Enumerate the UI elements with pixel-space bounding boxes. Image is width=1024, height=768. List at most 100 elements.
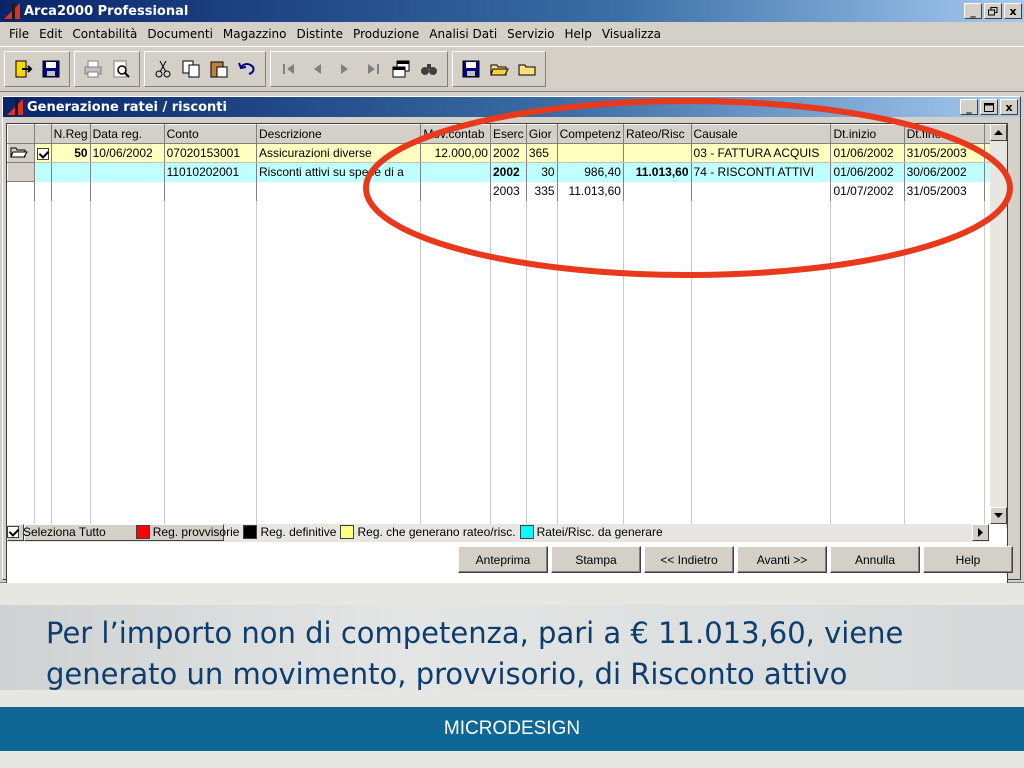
print-icon[interactable]: [81, 57, 105, 81]
menu-contabilita[interactable]: Contabilità: [67, 27, 142, 41]
table-row[interactable]: 50 10/06/2002 07020153001 Assicurazioni …: [7, 143, 1007, 163]
minimize-button[interactable]: _: [964, 3, 982, 19]
cell-rateo-risc: [623, 143, 692, 163]
header-descrizione[interactable]: Descrizione: [256, 124, 422, 144]
select-all-checkbox[interactable]: [7, 526, 19, 538]
cell-nreg: 50: [51, 143, 91, 163]
slide-caption: Per l’importo non di competenza, pari a …: [46, 616, 904, 691]
child-window: Generazione ratei / risconti _ x N.Reg D…: [2, 96, 1021, 590]
row-checkbox-cell[interactable]: [34, 143, 52, 163]
menu-help[interactable]: Help: [560, 27, 597, 41]
header-dt-inizio[interactable]: Dt.inizio: [830, 124, 905, 144]
cell-data-reg: 10/06/2002: [90, 143, 165, 163]
cut-icon[interactable]: [151, 57, 175, 81]
paste-icon[interactable]: [207, 57, 231, 81]
menu-visualizza[interactable]: Visualizza: [597, 27, 666, 41]
header-eserc[interactable]: Eserc: [489, 124, 527, 144]
copy-icon[interactable]: [179, 57, 203, 81]
legend-swatch-provvisorie: [135, 525, 150, 539]
menu-produzione[interactable]: Produzione: [348, 27, 424, 41]
cell-gior: 365: [526, 143, 558, 163]
indietro-button[interactable]: << Indietro: [644, 546, 734, 573]
menu-edit[interactable]: Edit: [34, 27, 67, 41]
menu-analisi-dati[interactable]: Analisi Dati: [424, 27, 502, 41]
cell-dt-inizio: 01/07/2002: [830, 181, 905, 201]
scroll-right-icon[interactable]: [972, 524, 989, 541]
header-nreg[interactable]: N.Reg: [50, 124, 91, 144]
restore-button[interactable]: [984, 3, 1002, 19]
cell-competenza: [557, 143, 624, 163]
avanti-button[interactable]: Avanti >>: [737, 546, 827, 573]
legend-swatch-generano: [340, 525, 355, 539]
legend: Seleziona Tutto Reg. provvisorie Reg. de…: [7, 522, 663, 542]
header-gior[interactable]: Gior: [525, 124, 558, 144]
arca-logo-icon: [3, 2, 21, 20]
child-minimize-button[interactable]: _: [960, 99, 978, 115]
menu-distinte[interactable]: Distinte: [291, 27, 348, 41]
app-window: Arca2000 Professional _ x File Edit Cont…: [0, 0, 1024, 590]
window-icon[interactable]: [389, 57, 413, 81]
cell-dt-fine: 31/05/2003: [904, 181, 985, 201]
child-maximize-button[interactable]: [980, 99, 998, 115]
toolbar: [0, 46, 1024, 92]
toolbar-group-nav: [270, 51, 448, 87]
last-record-icon[interactable]: [361, 57, 385, 81]
select-all-label[interactable]: Seleziona Tutto: [23, 525, 106, 539]
vertical-scrollbar[interactable]: [990, 124, 1007, 524]
brand-bar: MICRODESIGN: [0, 707, 1024, 751]
menu-magazzino[interactable]: Magazzino: [218, 27, 292, 41]
button-row: Anteprima Stampa << Indietro Avanti >> A…: [458, 546, 1013, 573]
table-row[interactable]: 2003 335 11.013,60 01/07/2002 31/05/2003: [7, 181, 1007, 201]
previous-record-icon[interactable]: [305, 57, 329, 81]
header-competenza[interactable]: Competenz: [556, 124, 624, 144]
cell-dt-fine: 31/05/2003: [904, 143, 985, 163]
cell-rateo-risc: [623, 181, 692, 201]
next-record-icon[interactable]: [333, 57, 357, 81]
anteprima-button[interactable]: Anteprima: [458, 546, 548, 573]
arca-logo-icon: [6, 98, 24, 116]
header-dt-fine[interactable]: Dt.fine: [903, 124, 985, 144]
menubar: File Edit Contabilità Documenti Magazzin…: [0, 22, 1024, 46]
header-causale[interactable]: Causale: [690, 124, 832, 144]
menu-servizio[interactable]: Servizio: [502, 27, 559, 41]
open-folder-icon[interactable]: [487, 57, 511, 81]
save-icon[interactable]: [459, 57, 483, 81]
row-indicator[interactable]: [7, 143, 35, 163]
help-button[interactable]: Help: [923, 546, 1013, 573]
first-record-icon[interactable]: [277, 57, 301, 81]
app-title: Arca2000 Professional: [24, 3, 189, 19]
header-rateo-risc[interactable]: Rateo/Risc: [622, 124, 692, 144]
legend-label-da-generare: Ratei/Risc. da generare: [536, 525, 663, 539]
toolbar-group-file: [4, 51, 70, 87]
undo-icon[interactable]: [235, 57, 259, 81]
toolbar-group-edit: [144, 51, 266, 87]
legend-swatch-definitive: [243, 525, 258, 539]
legend-label-provvisorie: Reg. provvisorie: [152, 525, 240, 539]
cell-competenza: 11.013,60: [557, 181, 624, 201]
child-close-button[interactable]: x: [1000, 99, 1018, 115]
child-title: Generazione ratei / risconti: [27, 99, 227, 115]
exit-icon[interactable]: [11, 57, 35, 81]
save-icon[interactable]: [39, 57, 63, 81]
header-mov-contab[interactable]: Mov.contab: [420, 124, 491, 144]
menu-documenti[interactable]: Documenti: [142, 27, 218, 41]
cell-nreg: [51, 181, 91, 201]
annulla-button[interactable]: Annulla: [830, 546, 920, 573]
cell-descrizione: [256, 181, 422, 201]
row-checkbox[interactable]: [36, 147, 49, 160]
find-icon[interactable]: [417, 57, 441, 81]
table-row[interactable]: 11010202001 Risconti attivi su spese di …: [7, 162, 1007, 182]
cell-descrizione: Risconti attivi su spese di a: [256, 162, 422, 182]
stampa-button[interactable]: Stampa: [551, 546, 641, 573]
new-folder-icon[interactable]: [515, 57, 539, 81]
scroll-up-icon[interactable]: [990, 124, 1007, 141]
header-conto[interactable]: Conto: [163, 124, 258, 144]
header-data-reg[interactable]: Data reg.: [89, 124, 165, 144]
row-indicator[interactable]: [7, 162, 35, 182]
toolbar-group-files: [452, 51, 546, 87]
menu-file[interactable]: File: [4, 27, 34, 41]
child-titlebar: Generazione ratei / risconti _ x: [3, 97, 1020, 117]
close-button[interactable]: x: [1004, 3, 1022, 19]
print-preview-icon[interactable]: [109, 57, 133, 81]
scroll-down-icon[interactable]: [990, 507, 1007, 524]
